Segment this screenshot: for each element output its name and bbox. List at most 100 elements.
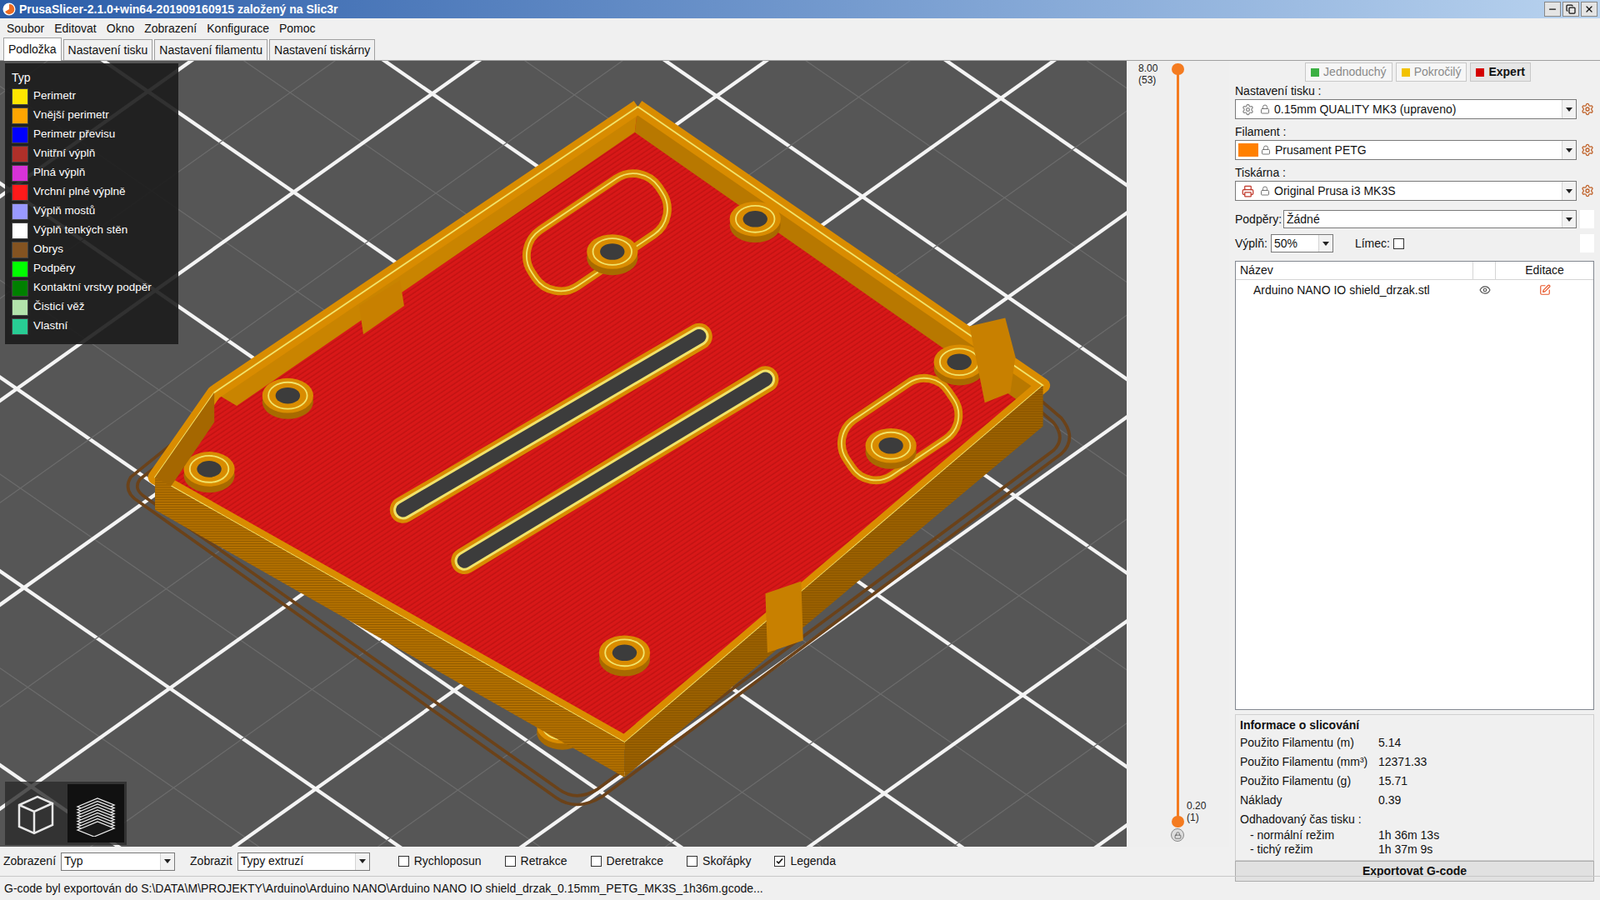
blank-button[interactable] <box>1580 234 1595 253</box>
menu-item[interactable]: Pomoc <box>274 20 321 38</box>
view-toolbar <box>5 781 127 845</box>
legend-swatch <box>11 241 29 259</box>
legend-swatch <box>11 318 29 335</box>
edit-icon[interactable] <box>1539 284 1551 296</box>
dropdown-arrow-icon[interactable] <box>1561 140 1576 160</box>
legend-item: Vnější perimetr <box>11 105 175 125</box>
infill-row: Výplň:50%Límec: <box>1235 234 1595 253</box>
preset-block: Filament :Prusament PETG <box>1235 124 1595 164</box>
mode-button[interactable]: Pokročilý <box>1395 62 1468 82</box>
slider-range <box>1176 69 1180 822</box>
legend-item: Kontaktní vrstvy podpěr <box>11 278 175 298</box>
blank-button[interactable] <box>1580 210 1595 229</box>
menu-item[interactable]: Soubor <box>1 20 50 38</box>
legend-item: Podpěry <box>11 259 175 279</box>
checkbox[interactable] <box>505 855 516 867</box>
app-window: PrusaSlicer-2.1.0+win64-201909160915 zal… <box>0 0 1600 900</box>
slicing-info-title: Informace o slicování <box>1240 716 1594 734</box>
preset-label: Tiskárna : <box>1235 165 1595 180</box>
toolbar-checkbox[interactable]: Legenda <box>774 852 836 870</box>
legend-title: Typ <box>11 68 175 87</box>
restore-button[interactable] <box>1562 1 1580 17</box>
preset-combo[interactable]: Original Prusa i3 MK3S <box>1235 180 1577 201</box>
view-type-combo[interactable]: Typ <box>60 852 175 871</box>
legend-swatch <box>11 299 29 316</box>
brim-checkbox[interactable] <box>1393 238 1405 250</box>
menu-item[interactable]: Zobrazení <box>139 20 202 38</box>
bottom-thumb[interactable] <box>1171 815 1185 828</box>
infill-combo[interactable]: 50% <box>1270 234 1334 253</box>
legend-swatch <box>11 165 29 182</box>
time-row: - normální režim1h 36m 13s <box>1240 828 1594 843</box>
layers-icon <box>72 790 120 837</box>
info-row: Použito Filamentu (mm³)12371.33 <box>1240 752 1594 772</box>
dropdown-arrow-icon[interactable] <box>1561 100 1576 119</box>
preset-combo[interactable]: 0.15mm QUALITY MK3 (upraveno) <box>1235 99 1577 120</box>
legend-swatch <box>11 280 29 297</box>
settings-gear-icon[interactable] <box>1580 143 1595 157</box>
legend-item: Perimetr <box>11 86 175 106</box>
eye-icon[interactable] <box>1479 284 1491 296</box>
printer-icon <box>1241 185 1255 198</box>
info-row: Použito Filamentu (m)5.14 <box>1240 733 1594 753</box>
slider-lock-icon[interactable] <box>1170 828 1185 842</box>
legend-swatch <box>11 222 29 240</box>
tab[interactable]: Nastavení tisku <box>63 39 154 60</box>
mode-button[interactable]: Expert <box>1470 62 1531 82</box>
checkbox[interactable] <box>686 855 698 867</box>
right-panel: JednoduchýPokročilýExpertNastavení tisku… <box>1229 60 1600 876</box>
menu-item[interactable]: Konfigurace <box>201 20 275 38</box>
legend-swatch <box>11 88 29 105</box>
checkbox[interactable] <box>398 855 410 867</box>
mode-color-mark <box>1401 68 1410 77</box>
legend-item: Perimetr převisu <box>11 125 175 145</box>
object-list: Název EditaceArduino NANO IO shield_drzak… <box>1235 260 1595 710</box>
mode-color-mark <box>1310 68 1320 77</box>
dropdown-arrow-icon[interactable] <box>355 853 370 870</box>
dropdown-arrow-icon[interactable] <box>1561 181 1576 200</box>
checkbox[interactable] <box>774 855 785 867</box>
show-type-combo[interactable]: Typy extruzí <box>237 852 370 871</box>
settings-gear-icon[interactable] <box>1580 102 1595 116</box>
slicing-info: Informace o slicováníPoužito Filamentu (… <box>1235 714 1595 861</box>
column-header[interactable]: Editace <box>1495 261 1594 280</box>
legend-item: Čisticí věž <box>11 297 175 317</box>
top-thumb[interactable] <box>1171 63 1185 75</box>
menu-item[interactable]: Editovat <box>49 20 102 38</box>
print-time-label: Odhadovaný čas tisku : <box>1240 810 1594 829</box>
export-gcode-button[interactable]: Exportovat G-code <box>1235 860 1595 882</box>
menu-item[interactable]: Okno <box>101 20 140 38</box>
preview-view[interactable]: TypPerimetrVnější perimetrPerimetr převi… <box>0 60 1127 847</box>
legend-item: Výplň tenkých stěn <box>11 220 175 240</box>
checkbox[interactable] <box>590 855 602 867</box>
layer-slider[interactable]: 8.00(53)0.20(1) <box>1126 60 1230 847</box>
tab[interactable]: Podložka <box>3 37 62 61</box>
tab[interactable]: Nastavení filamentu <box>154 39 268 60</box>
preset-combo[interactable]: Prusament PETG <box>1235 140 1577 160</box>
minimize-button[interactable] <box>1544 1 1561 17</box>
tab[interactable]: Nastavení tiskárny <box>269 39 375 60</box>
tab-bar: PodložkaNastavení tiskuNastavení filamen… <box>0 39 1600 61</box>
column-header[interactable]: Název <box>1235 261 1474 280</box>
close-icon <box>1584 4 1595 15</box>
dropdown-arrow-icon[interactable] <box>1561 210 1576 228</box>
info-row: Náklady0.39 <box>1240 790 1594 810</box>
view-mode-button[interactable] <box>7 784 65 843</box>
toolbar-checkbox[interactable]: Skořápky <box>686 852 751 870</box>
toolbar-checkbox[interactable]: Deretrakce <box>590 852 664 870</box>
close-button[interactable] <box>1580 1 1598 17</box>
dropdown-arrow-icon[interactable] <box>1318 235 1333 252</box>
settings-gear-icon[interactable] <box>1580 184 1595 198</box>
title-bar: PrusaSlicer-2.1.0+win64-201909160915 zal… <box>0 0 1600 19</box>
supports-combo[interactable]: Žádné <box>1283 210 1577 229</box>
toolbar-checkbox[interactable]: Rychloposun <box>398 852 482 870</box>
toolbar-checkbox[interactable]: Retrakce <box>505 852 568 870</box>
view-mode-button[interactable] <box>67 784 125 843</box>
status-bar: G-code byl exportován do S:\DATA\M\PROJE… <box>0 875 1600 900</box>
dropdown-arrow-icon[interactable] <box>160 853 175 870</box>
legend: TypPerimetrVnější perimetrPerimetr převi… <box>5 63 179 345</box>
mode-button[interactable]: Jednoduchý <box>1305 62 1393 82</box>
legend-item: Vnitřní výplň <box>11 144 175 164</box>
object-row[interactable]: Arduino NANO IO shield_drzak.stl <box>1235 280 1594 300</box>
time-row: - tichý režim1h 37m 9s <box>1240 842 1594 857</box>
